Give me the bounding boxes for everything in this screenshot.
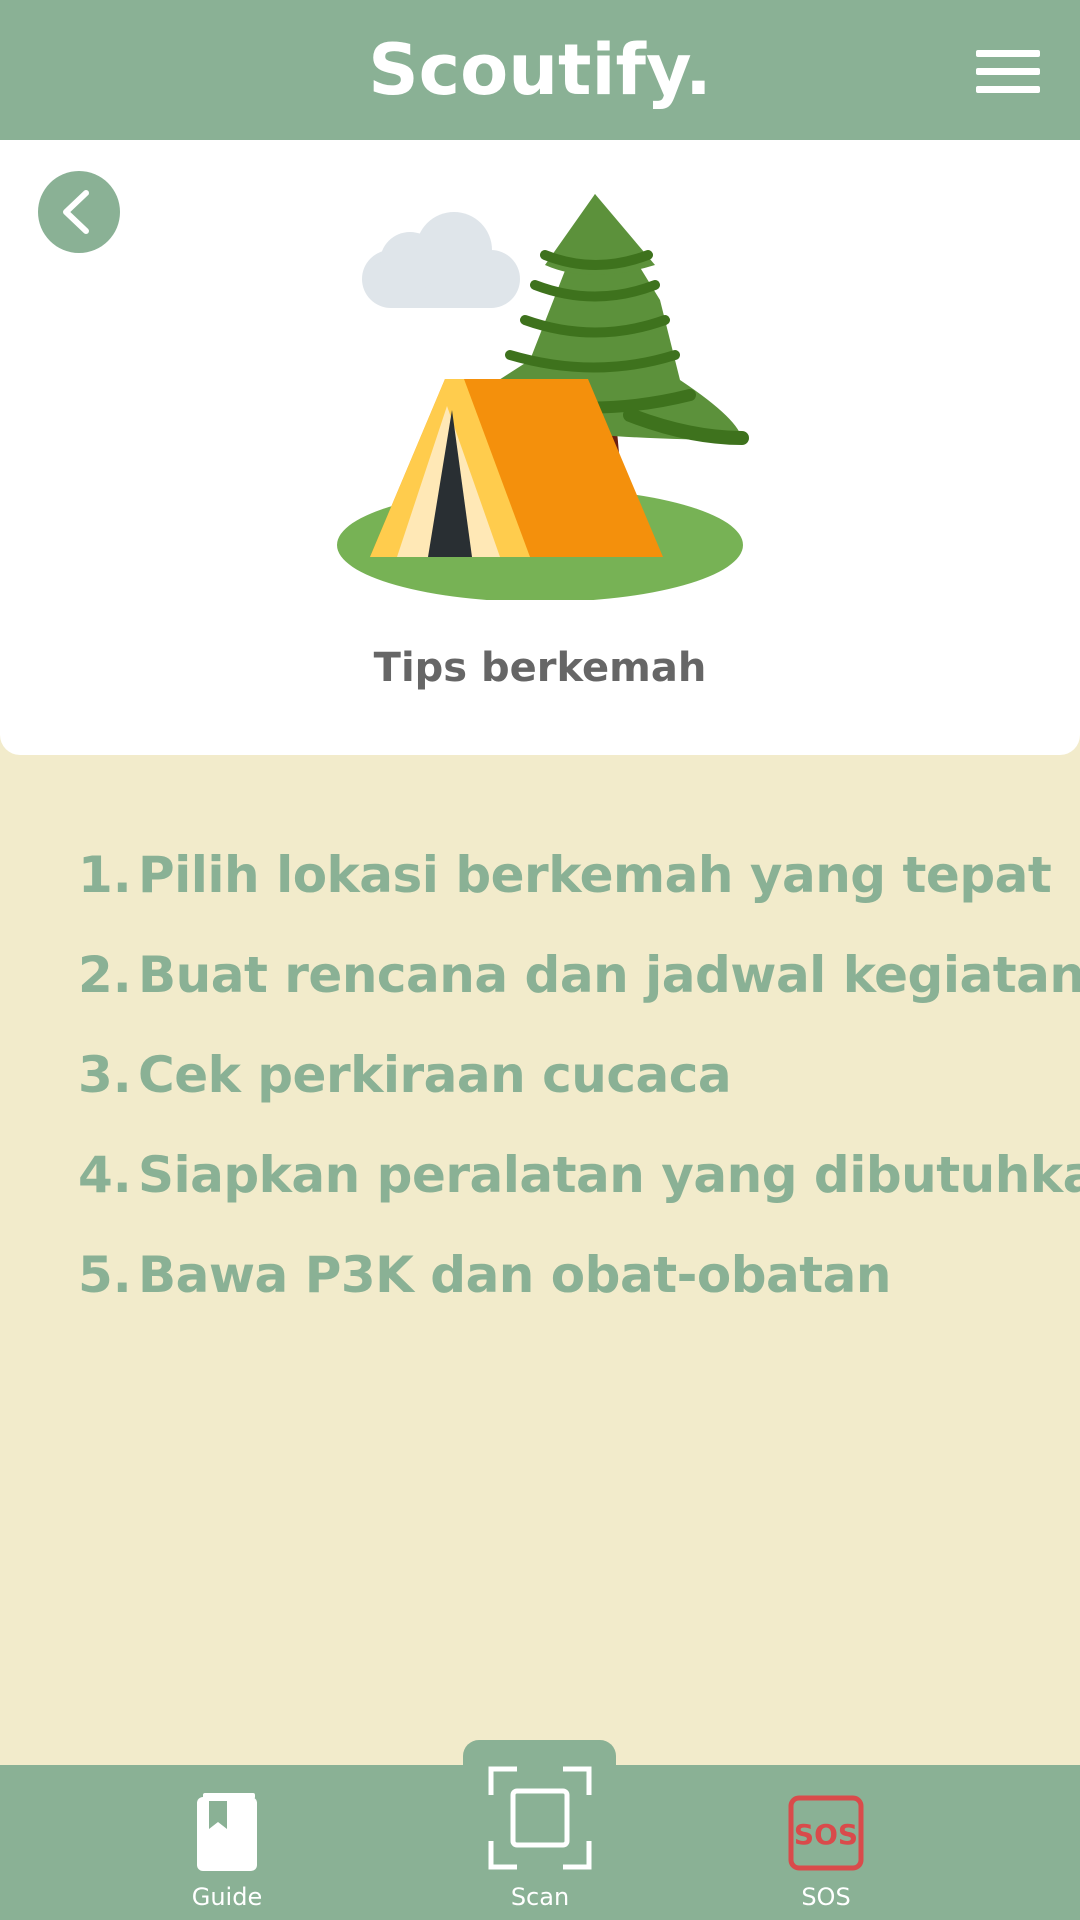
- app-title: Scoutify.: [368, 29, 712, 111]
- tip-number: 2.: [78, 946, 132, 1004]
- tip-text: Pilih lokasi berkemah yang tepat: [138, 846, 1052, 904]
- nav-sos-label: SOS: [801, 1883, 851, 1911]
- tip-number: 5.: [78, 1246, 132, 1304]
- list-item: 1. Pilih lokasi berkemah yang tepat: [78, 825, 1052, 925]
- nav-scan-label: Scan: [510, 1883, 570, 1911]
- tip-text: Bawa P3K dan obat-obatan: [138, 1246, 891, 1304]
- scan-frame-icon: [488, 1766, 592, 1870]
- camping-tent-illustration: [337, 194, 749, 600]
- tip-number: 3.: [78, 1046, 132, 1104]
- nav-guide-button[interactable]: Guide: [127, 1765, 327, 1920]
- nav-sos-button[interactable]: SOS SOS: [726, 1765, 926, 1920]
- sos-icon-text: SOS: [794, 1818, 858, 1851]
- back-button[interactable]: [38, 171, 120, 253]
- chevron-left-icon: [63, 190, 89, 234]
- tip-text: Buat rencana dan jadwal kegiatan: [138, 946, 1080, 1004]
- nav-guide-label: Guide: [191, 1883, 263, 1911]
- tip-number: 1.: [78, 846, 132, 904]
- app-header: Scoutify.: [0, 0, 1080, 140]
- list-item: 4. Siapkan peralatan yang dibutuhkan: [78, 1125, 1080, 1225]
- list-item: 3. Cek perkiraan cucaca: [78, 1025, 1038, 1125]
- sos-icon: SOS: [788, 1795, 864, 1871]
- tips-list: 1. Pilih lokasi berkemah yang tepat 2. B…: [78, 825, 1080, 1325]
- card-title: Tips berkemah: [373, 645, 707, 691]
- hamburger-menu-icon[interactable]: [976, 50, 1040, 94]
- tip-text: Siapkan peralatan yang dibutuhkan: [138, 1146, 1080, 1204]
- list-item: 5. Bawa P3K dan obat-obatan: [78, 1225, 1038, 1325]
- nav-scan-button[interactable]: Scan: [440, 1765, 640, 1920]
- book-icon: [197, 1793, 257, 1871]
- tip-number: 4.: [78, 1146, 132, 1204]
- tip-text: Cek perkiraan cucaca: [138, 1046, 732, 1104]
- cloud-icon: [362, 212, 520, 308]
- list-item: 2. Buat rencana dan jadwal kegiatan: [78, 925, 1080, 1025]
